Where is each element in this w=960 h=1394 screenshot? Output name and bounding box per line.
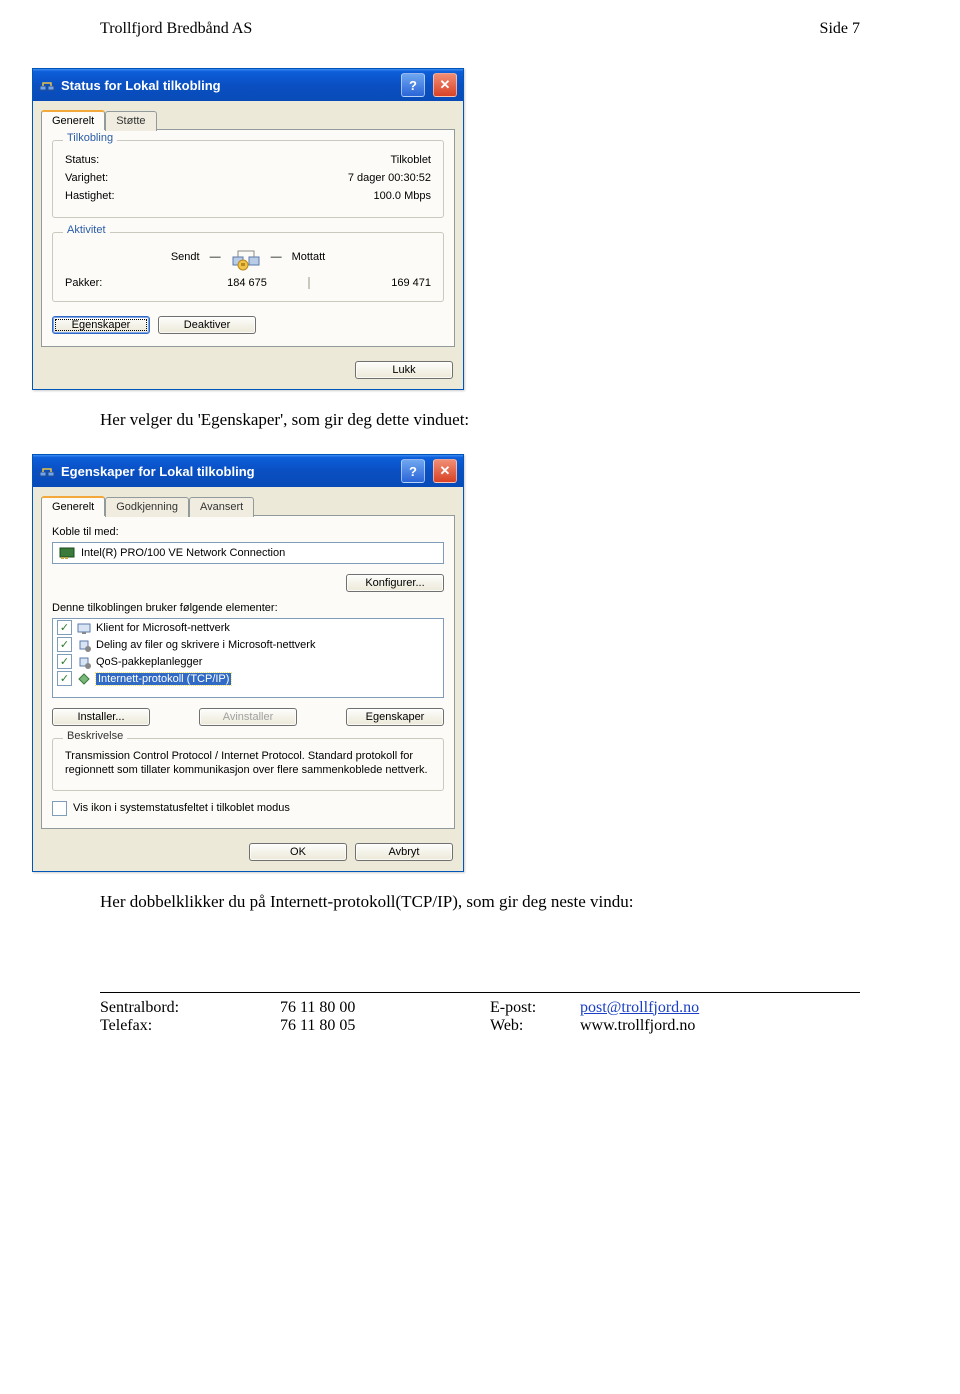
web-value: www.trollfjord.no [580, 1017, 695, 1035]
tab-generelt[interactable]: Generelt [41, 110, 105, 130]
uninstall-button: Avinstaller [199, 708, 297, 726]
network-icon [39, 463, 55, 479]
service-icon [77, 638, 91, 652]
cancel-button[interactable]: Avbryt [355, 843, 453, 861]
tab-stotte[interactable]: Støtte [105, 111, 156, 131]
list-item-selected[interactable]: ✓ Internett-protokoll (TCP/IP) [53, 670, 443, 687]
list-item[interactable]: ✓ QoS-pakkeplanlegger [53, 653, 443, 670]
status-dialog-title: Status for Lokal tilkobling [61, 78, 221, 93]
properties-dialog-titlebar[interactable]: Egenskaper for Lokal tilkobling ? ✕ [33, 455, 463, 487]
checkbox-icon[interactable]: ✓ [57, 671, 72, 686]
list-item[interactable]: ✓ Klient for Microsoft-nettverk [53, 619, 443, 636]
show-icon-label: Vis ikon i systemstatusfeltet i tilkoble… [73, 802, 290, 814]
sent-label: Sendt [171, 251, 200, 263]
connection-group: Tilkobling Status:Tilkoblet Varighet:7 d… [52, 140, 444, 218]
web-label: Web: [490, 1017, 580, 1035]
status-dialog-titlebar[interactable]: Status for Lokal tilkobling ? ✕ [33, 69, 463, 101]
status-label: Status: [65, 154, 99, 166]
packets-sent: 184 675 [186, 277, 307, 289]
network-icon [39, 77, 55, 93]
description-legend: Beskrivelse [63, 730, 127, 742]
properties-tabs: Generelt Godkjenning Avansert [33, 487, 463, 515]
service-icon [77, 655, 91, 669]
show-icon-checkbox[interactable] [52, 801, 67, 816]
packets-label: Pakker: [65, 277, 186, 289]
tab-godkjenning[interactable]: Godkjenning [105, 497, 189, 517]
duration-label: Varighet: [65, 172, 108, 184]
install-button[interactable]: Installer... [52, 708, 150, 726]
description-group: Beskrivelse Transmission Control Protoco… [52, 738, 444, 791]
instruction-text-1: Her velger du 'Egenskaper', som gir deg … [100, 410, 860, 430]
description-text: Transmission Control Protocol / Internet… [65, 749, 431, 778]
help-button[interactable]: ? [401, 73, 425, 97]
packets-received: 169 471 [310, 277, 431, 289]
help-button[interactable]: ? [401, 459, 425, 483]
header-left: Trollfjord Bredbånd AS [100, 20, 252, 38]
close-dialog-button[interactable]: Lukk [355, 361, 453, 379]
connection-legend: Tilkobling [63, 132, 117, 144]
protocol-icon [77, 672, 91, 686]
email-label: E-post: [490, 999, 580, 1017]
header-right: Side 7 [820, 20, 860, 38]
activity-group: Aktivitet Sendt — — Mottatt Pakker: 184 … [52, 232, 444, 302]
fax-value: 76 11 80 05 [280, 1017, 490, 1035]
component-properties-button[interactable]: Egenskaper [346, 708, 444, 726]
elements-label: Denne tilkoblingen bruker følgende eleme… [52, 602, 444, 614]
connect-using-label: Koble til med: [52, 526, 444, 538]
page-header: Trollfjord Bredbånd AS Side 7 [100, 20, 860, 38]
ok-button[interactable]: OK [249, 843, 347, 861]
switchboard-value: 76 11 80 00 [280, 999, 490, 1017]
configure-button[interactable]: Konfigurer... [346, 574, 444, 592]
email-link[interactable]: post@trollfjord.no [580, 999, 699, 1016]
activity-legend: Aktivitet [63, 224, 110, 236]
fax-label: Telefax: [100, 1017, 280, 1035]
page-footer: Sentralbord: 76 11 80 00 E-post: post@tr… [100, 992, 860, 1035]
properties-dialog: Egenskaper for Lokal tilkobling ? ✕ Gene… [32, 454, 464, 872]
speed-label: Hastighet: [65, 190, 115, 202]
duration-value: 7 dager 00:30:52 [348, 172, 431, 184]
adapter-field: Intel(R) PRO/100 VE Network Connection [52, 542, 444, 564]
checkbox-icon[interactable]: ✓ [57, 637, 72, 652]
speed-value: 100.0 Mbps [374, 190, 431, 202]
client-icon [77, 621, 91, 635]
received-label: Mottatt [292, 251, 326, 263]
tab-avansert[interactable]: Avansert [189, 497, 254, 517]
network-activity-icon [231, 243, 261, 271]
checkbox-icon[interactable]: ✓ [57, 654, 72, 669]
close-button[interactable]: ✕ [433, 459, 457, 483]
status-tabs: Generelt Støtte [33, 101, 463, 129]
components-listbox[interactable]: ✓ Klient for Microsoft-nettverk ✓ Deling… [52, 618, 444, 698]
status-value: Tilkoblet [390, 154, 431, 166]
deactivate-button[interactable]: Deaktiver [158, 316, 256, 334]
adapter-name: Intel(R) PRO/100 VE Network Connection [81, 547, 285, 559]
instruction-text-2: Her dobbelklikker du på Internett-protok… [100, 892, 860, 912]
properties-dialog-title: Egenskaper for Lokal tilkobling [61, 464, 255, 479]
switchboard-label: Sentralbord: [100, 999, 280, 1017]
close-button[interactable]: ✕ [433, 73, 457, 97]
checkbox-icon[interactable]: ✓ [57, 620, 72, 635]
list-item[interactable]: ✓ Deling av filer og skrivere i Microsof… [53, 636, 443, 653]
status-dialog: Status for Lokal tilkobling ? ✕ Generelt… [32, 68, 464, 390]
tab-generelt[interactable]: Generelt [41, 496, 105, 516]
network-card-icon [59, 546, 75, 560]
properties-button[interactable]: Egenskaper [52, 316, 150, 334]
